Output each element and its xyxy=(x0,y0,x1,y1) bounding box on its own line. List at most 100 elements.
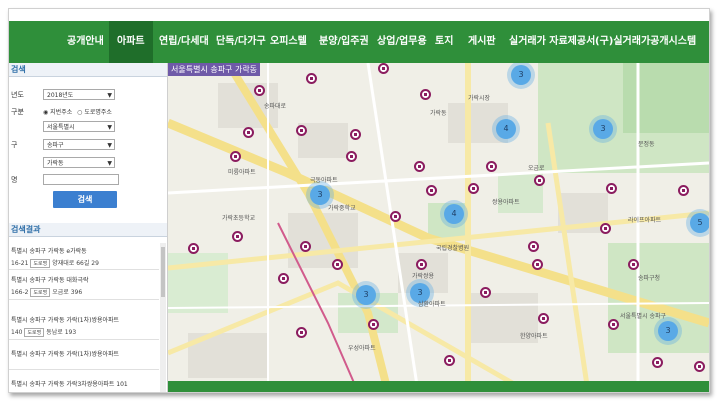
cluster-marker[interactable]: 3 xyxy=(511,65,531,85)
nav-item-notice[interactable]: 공개안내 xyxy=(67,21,104,63)
place-label: 국립경찰병원 xyxy=(436,245,470,252)
apartment-name-input[interactable] xyxy=(43,174,119,185)
apartment-pin[interactable] xyxy=(420,89,431,100)
dong-select-value: 가락동 xyxy=(47,160,64,167)
radio-jibun[interactable]: ◉ 지번주소 xyxy=(43,109,72,116)
apartment-pin[interactable] xyxy=(532,259,543,270)
apartment-pin[interactable] xyxy=(606,183,617,194)
apartment-pin[interactable] xyxy=(486,161,497,172)
apartment-pin[interactable] xyxy=(534,175,545,186)
result-road-address: 양재대로 66길 29 xyxy=(52,260,99,267)
region-select[interactable]: 서울특별시 ▼ xyxy=(43,121,115,132)
apartment-pin[interactable] xyxy=(243,127,254,138)
nav-item-commercial[interactable]: 상업/업무용 xyxy=(377,21,427,63)
place-label: 가락초등학교 xyxy=(222,215,256,222)
apartment-pin[interactable] xyxy=(694,361,705,372)
nav-item-board[interactable]: 게시판 xyxy=(468,21,496,63)
apartment-pin[interactable] xyxy=(600,223,611,234)
apartment-pin[interactable] xyxy=(390,211,401,222)
cluster-marker[interactable]: 5 xyxy=(690,213,709,233)
apartment-pin[interactable] xyxy=(416,259,427,270)
apartment-pin[interactable] xyxy=(350,129,361,140)
apartment-pin[interactable] xyxy=(414,161,425,172)
apartment-pin[interactable] xyxy=(254,85,265,96)
nav-item-data-request[interactable]: 실거래가 자료제공서 xyxy=(509,21,595,63)
result-lot-number: 166-2 xyxy=(11,289,29,296)
search-button[interactable]: 검색 xyxy=(53,191,117,208)
cluster-marker[interactable]: 4 xyxy=(496,119,516,139)
nav-item-presale[interactable]: 분양/입주권 xyxy=(319,21,369,63)
year-select-value: 2018년도 xyxy=(47,92,74,99)
apartment-pin[interactable] xyxy=(678,185,689,196)
apartment-pin[interactable] xyxy=(426,185,437,196)
apartment-pin[interactable] xyxy=(368,319,379,330)
result-item[interactable]: 특별시 송파구 가락동 가락3차쌍용아파트 101 xyxy=(11,379,161,388)
top-navigation: 공개안내 아파트 연립/다세대 단독/다가구 오피스텔 분양/입주권 상업/업무… xyxy=(9,21,709,63)
place-label: 가락중학교 xyxy=(328,205,356,212)
district-select[interactable]: 송파구 ▼ xyxy=(43,139,115,150)
apartment-pin[interactable] xyxy=(332,259,343,270)
address-type-radios: ◉ 지번주소 ○ 도로명주소 xyxy=(43,107,112,116)
apartment-pin[interactable] xyxy=(444,355,455,366)
result-road-address: 오금로 396 xyxy=(52,289,83,296)
result-item[interactable]: 특별시 송파구 가락동 대화극락 166-2 도로명 오금로 396 xyxy=(11,275,161,297)
apartment-pin[interactable] xyxy=(188,243,199,254)
result-road-address: 동남로 193 xyxy=(46,329,77,336)
result-lot-number: 16-21 xyxy=(11,260,29,267)
browser-frame: 공개안내 아파트 연립/다세대 단독/다가구 오피스텔 분양/입주권 상업/업무… xyxy=(8,8,710,393)
apartment-pin[interactable] xyxy=(296,327,307,338)
apartment-pin[interactable] xyxy=(306,73,317,84)
apartment-pin[interactable] xyxy=(538,313,549,324)
map-view[interactable]: 서울특별시 송파구 가락동 3 4 3 3 4 3 3 3 5 송파대로 가락시… xyxy=(168,63,709,392)
result-lot-number: 140 xyxy=(11,329,23,336)
result-title: 특별시 송파구 가락동 가락3차쌍용아파트 101 xyxy=(11,381,128,388)
cluster-marker[interactable]: 3 xyxy=(658,321,678,341)
apartment-pin[interactable] xyxy=(296,125,307,136)
nav-item-house[interactable]: 단독/다가구 xyxy=(216,21,266,63)
nav-item-land[interactable]: 토지 xyxy=(435,21,453,63)
results-section-header: 검색결과 xyxy=(9,223,167,237)
apartment-pin[interactable] xyxy=(346,151,357,162)
results-scrollbar[interactable] xyxy=(160,243,166,392)
apartment-pin[interactable] xyxy=(628,259,639,270)
region-select-value: 서울특별시 xyxy=(47,124,75,131)
name-label: 명 xyxy=(11,176,18,184)
apartment-pin[interactable] xyxy=(652,357,663,368)
nav-item-villa[interactable]: 연립/다세대 xyxy=(159,21,209,63)
apartment-pin[interactable] xyxy=(468,183,479,194)
nav-item-old-system[interactable]: (구)실거래가공개시스템 xyxy=(595,21,696,63)
place-label: 문정동 xyxy=(638,141,655,148)
place-label: 송파대로 xyxy=(264,103,287,110)
result-item[interactable]: 특별시 송파구 가락동 가락(1차)쌍용아파트 140 도로명 동남로 193 xyxy=(11,315,161,337)
result-item[interactable]: 특별시 송파구 가락동 가락(1차)쌍용아파트 xyxy=(11,349,161,358)
result-title: 특별시 송파구 가락동 가락(1차)쌍용아파트 xyxy=(11,317,120,324)
apartment-pin[interactable] xyxy=(528,241,539,252)
place-label: 오금로 xyxy=(528,165,545,172)
apartment-pin[interactable] xyxy=(230,151,241,162)
scrollbar-thumb[interactable] xyxy=(161,247,165,297)
apartment-pin[interactable] xyxy=(608,319,619,330)
apartment-pin[interactable] xyxy=(300,241,311,252)
region-label: 서울특별시 송파구 가락동 xyxy=(168,63,261,76)
road-badge: 도로명 xyxy=(24,328,45,337)
place-label: 우성아파트 xyxy=(348,345,376,352)
result-divider xyxy=(9,299,159,300)
place-label: 가락시장 xyxy=(468,95,491,102)
cluster-marker[interactable]: 3 xyxy=(593,119,613,139)
apartment-pin[interactable] xyxy=(232,231,243,242)
result-title: 특별시 송파구 가락동 대화극락 xyxy=(11,277,89,284)
result-item[interactable]: 특별시 송파구 가락동 e가락동 16-21 도로명 양재대로 66길 29 xyxy=(11,246,161,268)
radio-road[interactable]: ○ 도로명주소 xyxy=(77,109,112,116)
cluster-marker[interactable]: 4 xyxy=(444,204,464,224)
dong-select[interactable]: 가락동 ▼ xyxy=(43,157,115,168)
result-divider xyxy=(9,369,159,370)
apartment-pin[interactable] xyxy=(378,63,389,74)
year-select[interactable]: 2018년도 ▼ xyxy=(43,89,115,100)
apartment-pin[interactable] xyxy=(480,287,491,298)
nav-item-officetel[interactable]: 오피스텔 xyxy=(270,21,307,63)
cluster-marker[interactable]: 3 xyxy=(356,285,376,305)
apartment-pin[interactable] xyxy=(278,273,289,284)
nav-item-apartment[interactable]: 아파트 xyxy=(109,21,153,63)
cluster-marker[interactable]: 3 xyxy=(310,185,330,205)
place-label: 서울특별시 송파구 xyxy=(620,313,667,320)
